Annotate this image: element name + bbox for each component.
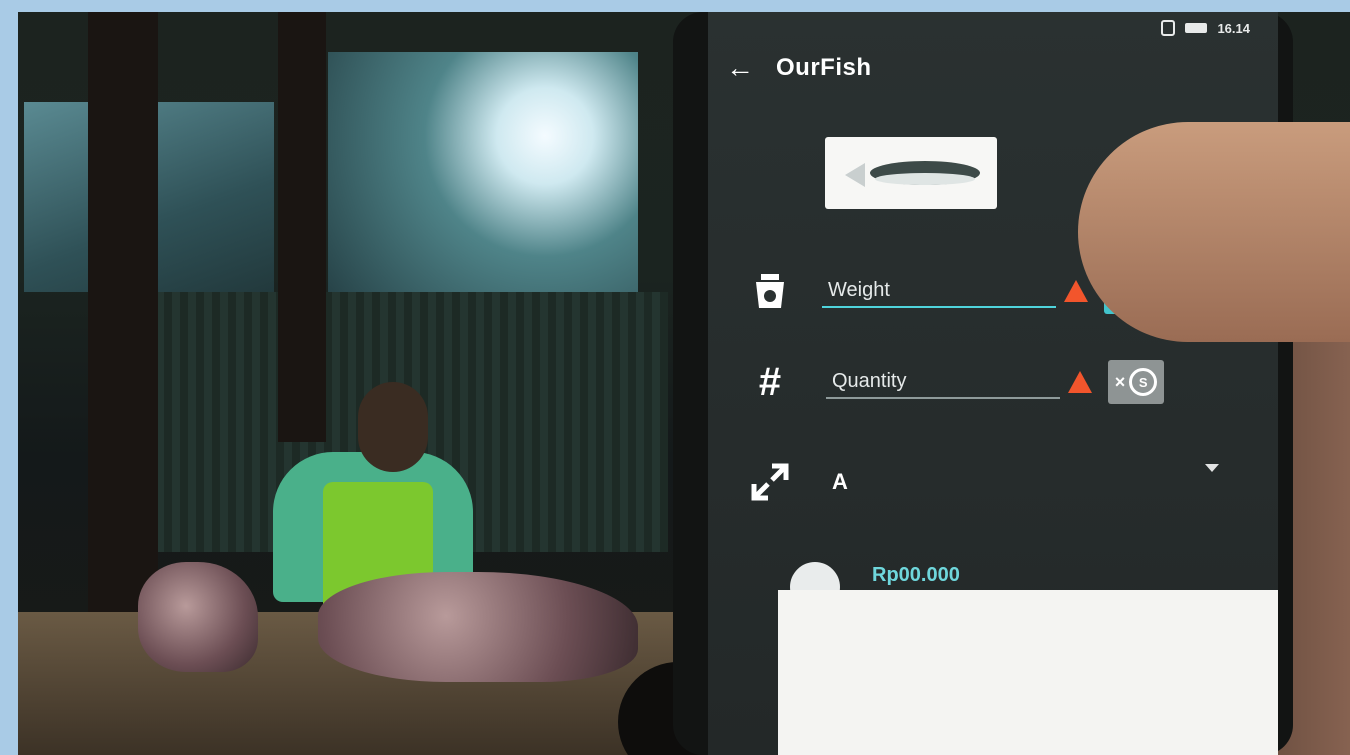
hash-icon: # [758, 359, 782, 404]
times-symbol: × [1114, 371, 1126, 392]
weight-placeholder: Weight [828, 278, 890, 301]
price-value: Rp00.000 [872, 564, 960, 586]
size-row: A [748, 460, 848, 504]
status-bar: 16.14 [1161, 20, 1250, 36]
fish-photo[interactable] [825, 137, 997, 209]
size-select-value[interactable]: A [832, 469, 848, 495]
fish-bag [138, 562, 258, 672]
expand-arrows-icon [748, 460, 792, 504]
fisher-head [358, 382, 428, 472]
quantity-row: # Quantity × S [748, 360, 1164, 404]
photo: › 16.14 ← OurFish Weight × [18, 12, 1350, 755]
quantity-field[interactable]: Quantity [826, 366, 1060, 399]
weight-field[interactable]: Weight [822, 275, 1056, 308]
arrow-left-icon[interactable]: ← [726, 52, 754, 84]
fish-pile [318, 572, 638, 682]
scale-icon [748, 269, 792, 313]
quantity-placeholder: Quantity [832, 369, 907, 392]
app-bar: ← OurFish [726, 52, 872, 84]
chevron-down-icon[interactable] [1205, 464, 1219, 472]
warning-icon [1064, 280, 1088, 302]
warning-icon [1068, 371, 1092, 393]
app-title: OurFish [776, 54, 872, 81]
window-bright [328, 52, 638, 292]
wooden-post [278, 12, 326, 442]
battery-icon [1185, 23, 1208, 33]
price-field[interactable]: Rp00.000 [866, 560, 1248, 593]
refresh-icon: S [1129, 368, 1158, 396]
thumb [1078, 122, 1350, 342]
fish-image [845, 161, 980, 187]
quantity-toggle-button[interactable]: × S [1108, 360, 1164, 404]
shield-icon [1161, 20, 1176, 36]
status-time: 16.14 [1217, 20, 1250, 36]
bottom-panel [778, 590, 1278, 755]
